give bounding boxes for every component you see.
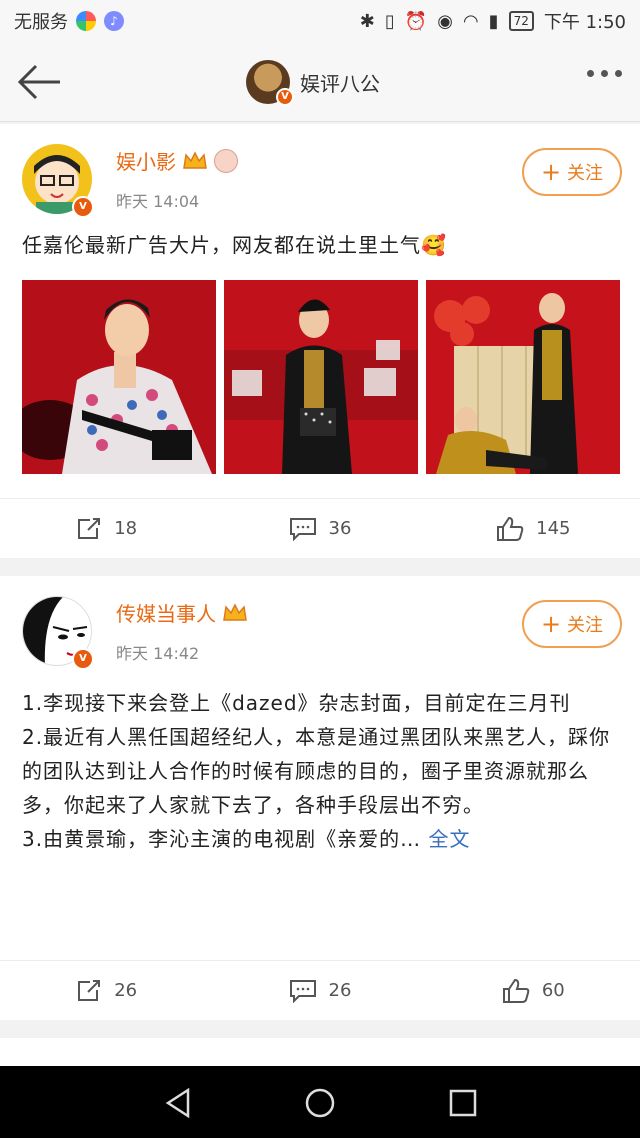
- eye-comfort-icon: ◉: [437, 10, 453, 32]
- no-sim-icon: ▮: [488, 10, 499, 32]
- post-header: V 娱小影 昨天 14:04 + 关注: [22, 144, 622, 218]
- music-notification-icon: ♪: [104, 11, 124, 31]
- post-photo[interactable]: [426, 280, 620, 474]
- post-actions: 18 36 145: [0, 498, 640, 558]
- repost-button[interactable]: 18: [0, 499, 213, 558]
- post-time: 昨天 14:42: [116, 644, 200, 663]
- follow-button[interactable]: + 关注: [522, 148, 622, 196]
- follow-button[interactable]: + 关注: [522, 600, 622, 648]
- post-photo[interactable]: [224, 280, 418, 474]
- like-button[interactable]: 145: [427, 499, 640, 558]
- carrier-group: 无服务 ♪: [14, 8, 124, 34]
- top-nav-bar: V 娱评八公: [0, 42, 640, 122]
- bluetooth-icon: ✱: [359, 10, 375, 32]
- system-nav-bar: [0, 1066, 640, 1138]
- post-text: 任嘉伦最新广告大片，网友都在说土里土气🥰: [22, 233, 447, 257]
- more-dots-icon[interactable]: [587, 70, 622, 77]
- like-button[interactable]: 60: [427, 961, 640, 1020]
- username-label: 传媒当事人: [116, 602, 216, 626]
- post-actions: 26 26 60: [0, 960, 640, 1020]
- repost-count: 26: [114, 980, 138, 1001]
- post-username[interactable]: 娱小影: [116, 146, 238, 175]
- post-line: 2.最近有人黑任国超经纪人，本意是通过黑团队来黑艺人，踩你的团队达到让人合作的时…: [22, 725, 611, 817]
- wifi-icon: ◠: [462, 10, 479, 32]
- comment-button[interactable]: 36: [213, 499, 426, 558]
- like-count: 145: [536, 518, 571, 539]
- recents-square-icon[interactable]: [446, 1086, 480, 1120]
- follow-label: 关注: [567, 615, 604, 636]
- comment-count: 26: [328, 980, 352, 1001]
- battery-level: 72: [508, 11, 534, 31]
- pig-badge-icon: [214, 148, 238, 173]
- arrow-left-icon[interactable]: [16, 62, 62, 102]
- avatar[interactable]: V: [246, 60, 294, 106]
- status-icons: ✱ ▯ ⏰ ◉ ◠ ▮ 72 下午 1:50: [360, 8, 626, 34]
- repost-button[interactable]: 26: [0, 961, 213, 1020]
- comment-icon: [289, 979, 316, 1003]
- comment-count: 36: [328, 518, 352, 539]
- app-notification-icon: [76, 11, 96, 31]
- feed-post-peek: [0, 1038, 640, 1066]
- photo-grid: [22, 280, 620, 474]
- verified-badge-icon: V: [72, 196, 94, 218]
- like-count: 60: [541, 980, 565, 1001]
- plus-icon: +: [540, 158, 562, 186]
- status-bar: 无服务 ♪ ✱ ▯ ⏰ ◉ ◠ ▮ 72 下午 1:50: [0, 0, 640, 42]
- post-photo[interactable]: [22, 280, 216, 474]
- repost-count: 18: [114, 518, 138, 539]
- post-line-text: 3.由黄景瑜，李沁主演的电视剧《亲爱的…: [22, 827, 422, 851]
- post-username[interactable]: 传媒当事人: [116, 598, 248, 627]
- thumbs-up-icon: [502, 978, 530, 1003]
- plus-icon: +: [540, 610, 562, 638]
- follow-label: 关注: [567, 163, 604, 184]
- username-label: 娱小影: [116, 150, 176, 174]
- crown-icon: [182, 150, 208, 172]
- carrier-label: 无服务: [14, 12, 68, 33]
- full-text-link[interactable]: 全文: [428, 827, 470, 851]
- comment-button[interactable]: 26: [213, 961, 426, 1020]
- feed-post: V 传媒当事人 昨天 14:42 + 关注 1.李现接下来会登上《dazed》杂…: [0, 576, 640, 1020]
- post-line: 1.李现接下来会登上《dazed》杂志封面，目前定在三月刊: [22, 691, 571, 715]
- repost-icon: [78, 517, 101, 539]
- comment-icon: [289, 517, 316, 541]
- post-header: V 传媒当事人 昨天 14:42 + 关注: [22, 596, 622, 670]
- post-line: 3.由黄景瑜，李沁主演的电视剧《亲爱的… 全文: [22, 822, 622, 856]
- vibrate-icon: ▯: [384, 10, 395, 32]
- thumbs-up-icon: [497, 516, 524, 541]
- crown-icon: [222, 602, 248, 624]
- post-text: 1.李现接下来会登上《dazed》杂志封面，目前定在三月刊 2.最近有人黑任国超…: [22, 686, 622, 856]
- repost-icon: [78, 979, 101, 1001]
- verified-badge-icon: V: [72, 648, 94, 670]
- feed-post: V 娱小影 昨天 14:04 + 关注 任嘉伦最新广告大片，网友都在说土里土气🥰: [0, 124, 640, 558]
- clock: 下午 1:50: [543, 12, 626, 33]
- nav-profile[interactable]: V 娱评八公: [246, 60, 380, 106]
- back-triangle-icon[interactable]: [162, 1086, 196, 1120]
- home-circle-icon[interactable]: [303, 1086, 337, 1120]
- post-time: 昨天 14:04: [116, 192, 200, 211]
- alarm-icon: ⏰: [404, 10, 428, 32]
- verified-badge-icon: V: [276, 88, 294, 106]
- page-title: 娱评八公: [300, 71, 380, 96]
